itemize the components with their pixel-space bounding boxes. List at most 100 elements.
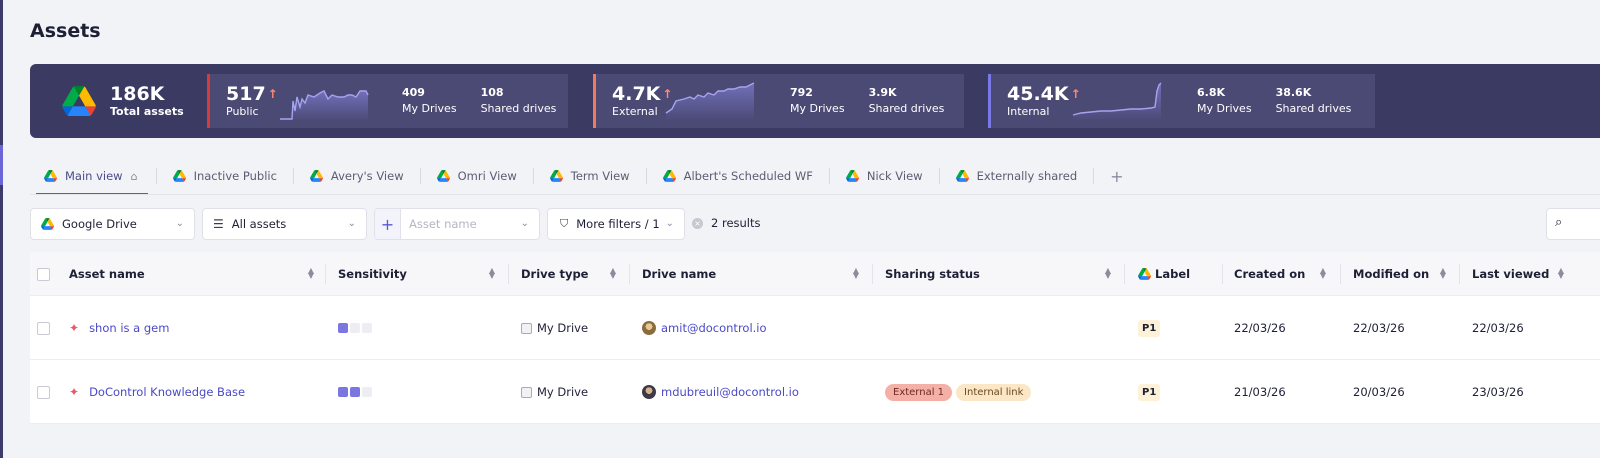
filter-funnel-icon: ⛉ [560, 217, 569, 230]
sensitivity-cell [338, 360, 372, 424]
column-header-last-viewed[interactable]: Last viewed ▲ ▼ [1472, 252, 1564, 296]
internal-my-drives-value: 6.8K [1197, 86, 1226, 99]
sort-icon[interactable]: ▲ ▼ [1105, 267, 1111, 280]
sort-icon[interactable]: ▲ ▼ [610, 267, 616, 280]
tab-averys-view[interactable]: Avery's View [302, 158, 412, 194]
assets-table: Asset name ▲ ▼ Sensitivity ▲ ▼ Drive type … [30, 252, 1600, 424]
table-row[interactable]: ✦ shon is a gem My Drive amit@docontrol.… [30, 296, 1600, 360]
column-header-created-on[interactable]: Created on ▲ ▼ [1234, 252, 1326, 296]
tab-label: Albert's Scheduled WF [683, 169, 813, 183]
view-tabs: Main view ⌂ Inactive Public Avery's View… [36, 158, 1132, 195]
column-divider [1222, 264, 1223, 284]
public-my-drives-label: My Drives [402, 102, 457, 115]
public-my-drives-value: 409 [402, 86, 425, 99]
public-value: 517 [226, 83, 266, 105]
column-label: Sensitivity [338, 267, 407, 281]
chevron-down-icon[interactable]: ⌄ [521, 218, 529, 229]
public-sparkline [280, 90, 369, 121]
column-label: Label [1155, 267, 1191, 281]
select-all-checkbox-cell[interactable] [37, 252, 50, 296]
drive-name-cell[interactable]: mdubreuil@docontrol.io [642, 360, 799, 424]
external-label: External [612, 105, 658, 118]
tab-label: Avery's View [330, 169, 404, 183]
internal-link-badge[interactable]: Internal link [956, 383, 1032, 401]
column-header-modified-on[interactable]: Modified on ▲ ▼ [1353, 252, 1446, 296]
asset-name-link[interactable]: shon is a gem [89, 321, 169, 335]
column-divider [1459, 264, 1460, 284]
total-assets-block: 186K Total assets [62, 78, 184, 124]
external-shared-drives-value: 3.9K [868, 86, 897, 99]
more-filters-button[interactable]: ⛉ More filters / 1 ⌄ [547, 208, 685, 240]
asset-name-input[interactable] [401, 217, 511, 231]
stat-card-external[interactable]: 4.7K ↑ External 792 My Drives 3.9K Shared… [593, 74, 964, 128]
asset-name-cell[interactable]: ✦ shon is a gem [69, 296, 169, 360]
tab-externally-shared[interactable]: Externally shared [948, 158, 1086, 194]
tab-term-view[interactable]: Term View [542, 158, 638, 194]
select-all-checkbox[interactable] [37, 267, 50, 281]
column-divider [508, 264, 509, 284]
row-checkbox-cell[interactable] [37, 296, 50, 360]
chevron-down-icon: ⌄ [665, 218, 674, 229]
add-filter-button[interactable]: + [375, 209, 401, 239]
column-divider [629, 264, 630, 284]
tab-inactive-public[interactable]: Inactive Public [165, 158, 285, 194]
column-label: Drive type [521, 267, 589, 281]
google-drive-icon [437, 170, 450, 182]
row-checkbox-cell[interactable] [37, 360, 50, 424]
tab-alberts-scheduled-wf[interactable]: Albert's Scheduled WF [655, 158, 821, 194]
search-button[interactable]: ⌕ [1546, 208, 1600, 240]
public-shared-drives-label: Shared drives [480, 102, 557, 115]
search-icon: ⌕ [1555, 215, 1563, 230]
tabs-divider-line [30, 194, 1600, 195]
asset-scope-select[interactable]: ☰ All assets ⌄ [202, 208, 367, 240]
modified-on-cell: 20/03/26 [1353, 385, 1405, 399]
column-header-sharing-status[interactable]: Sharing status ▲ ▼ [885, 252, 1111, 296]
asset-name-cell[interactable]: ✦ DoControl Knowledge Base [69, 360, 245, 424]
sort-icon[interactable]: ▲ ▼ [1440, 267, 1446, 280]
clear-results-icon[interactable]: × [692, 217, 703, 229]
column-header-sensitivity[interactable]: Sensitivity ▲ ▼ [338, 252, 495, 296]
column-header-label[interactable]: Label [1138, 252, 1218, 296]
tab-divider [1093, 168, 1095, 184]
google-drive-icon [310, 170, 323, 182]
sort-icon[interactable]: ▲ ▼ [1320, 267, 1326, 280]
tab-divider [419, 168, 421, 184]
column-label: Asset name [69, 267, 145, 281]
tab-label: Nick View [866, 169, 923, 183]
sort-icon[interactable]: ▲ ▼ [308, 267, 314, 280]
row-checkbox[interactable] [37, 321, 50, 335]
sparkle-icon: ✦ [69, 385, 80, 399]
sort-icon[interactable]: ▲ ▼ [1558, 267, 1564, 280]
drive-type-value: My Drive [537, 321, 589, 335]
stat-card-internal[interactable]: 45.4K ↑ Internal 6.8K My Drives 38.6K Sha… [988, 74, 1375, 128]
add-tab-button[interactable]: + [1102, 167, 1131, 186]
column-header-drive-type[interactable]: Drive type ▲ ▼ [521, 252, 616, 296]
drive-owner-link[interactable]: amit@docontrol.io [661, 321, 767, 335]
tab-main-view[interactable]: Main view ⌂ [36, 158, 148, 195]
sort-icon[interactable]: ▲ ▼ [489, 267, 495, 280]
asset-scope-value: All assets [231, 217, 287, 231]
sort-icon[interactable]: ▲ ▼ [853, 267, 859, 280]
public-shared-drives-value: 108 [480, 86, 504, 99]
modified-on-cell: 22/03/26 [1353, 321, 1405, 335]
column-label: Modified on [1353, 267, 1430, 281]
google-drive-icon [956, 170, 969, 182]
table-header: Asset name ▲ ▼ Sensitivity ▲ ▼ Drive type … [30, 252, 1600, 296]
drive-owner-link[interactable]: mdubreuil@docontrol.io [661, 385, 799, 399]
tab-omri-view[interactable]: Omri View [429, 158, 525, 194]
left-rail [0, 0, 3, 458]
row-checkbox[interactable] [37, 385, 50, 399]
external-share-badge[interactable]: External 1 [885, 383, 953, 401]
column-header-drive-name[interactable]: Drive name ▲ ▼ [642, 252, 859, 296]
label-cell: P1 [1138, 296, 1161, 360]
tab-nick-view[interactable]: Nick View [838, 158, 931, 194]
column-header-asset-name[interactable]: Asset name ▲ ▼ [69, 252, 314, 296]
table-row[interactable]: ✦ DoControl Knowledge Base My Drive mdub… [30, 360, 1600, 424]
drive-name-cell[interactable]: amit@docontrol.io [642, 296, 767, 360]
platform-select[interactable]: Google Drive ⌄ [30, 208, 195, 240]
column-divider [325, 264, 326, 284]
label-badge: P1 [1138, 383, 1161, 401]
google-drive-icon [846, 170, 859, 182]
stat-card-public[interactable]: 517 ↑ Public 409 My Drives 108 Shared dri… [207, 74, 568, 128]
asset-name-link[interactable]: DoControl Knowledge Base [89, 385, 245, 399]
